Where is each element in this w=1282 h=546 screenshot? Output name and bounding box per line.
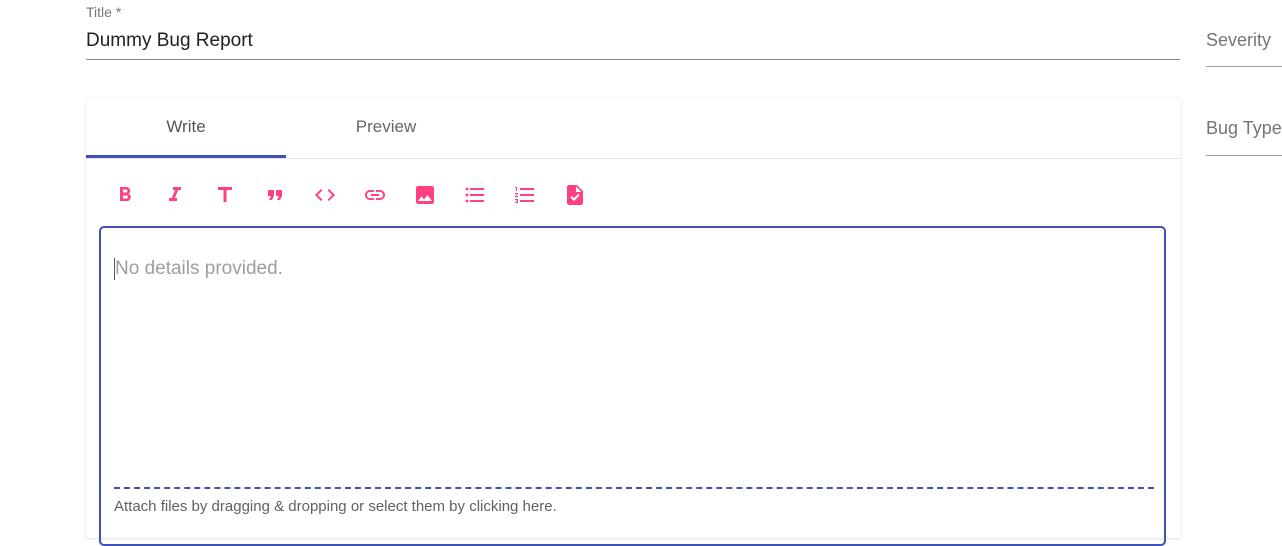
tab-preview[interactable]: Preview bbox=[286, 98, 486, 157]
markdown-editor: Write Preview No details provided. Attac… bbox=[86, 98, 1181, 546]
bug-type-underline bbox=[1206, 155, 1282, 156]
bold-icon[interactable] bbox=[112, 182, 138, 208]
link-icon[interactable] bbox=[362, 182, 388, 208]
title-field[interactable]: Title * bbox=[86, 0, 1180, 60]
severity-label: Severity bbox=[1206, 30, 1272, 50]
title-underline bbox=[86, 59, 1180, 60]
tab-write[interactable]: Write bbox=[86, 98, 286, 157]
description-placeholder: No details provided. bbox=[115, 258, 283, 279]
description-textarea[interactable]: No details provided. Attach files by dra… bbox=[99, 226, 1166, 546]
checked-list-icon[interactable] bbox=[562, 182, 588, 208]
severity-select[interactable]: Severity bbox=[1206, 0, 1282, 70]
image-icon[interactable] bbox=[412, 182, 438, 208]
quote-icon[interactable] bbox=[262, 182, 288, 208]
active-tab-indicator bbox=[86, 155, 286, 158]
code-icon[interactable] bbox=[312, 182, 338, 208]
title-label: Title * bbox=[86, 4, 122, 20]
ordered-list-icon[interactable] bbox=[512, 182, 538, 208]
editor-tabs: Write Preview bbox=[86, 98, 1181, 159]
severity-underline bbox=[1206, 66, 1282, 67]
italic-icon[interactable] bbox=[162, 182, 188, 208]
header-icon[interactable] bbox=[212, 182, 238, 208]
attach-divider bbox=[114, 487, 1154, 489]
title-input[interactable] bbox=[86, 26, 1180, 56]
attach-files-link[interactable]: Attach files by dragging & dropping or s… bbox=[114, 498, 557, 515]
bug-type-select[interactable]: Bug Type bbox=[1206, 100, 1282, 160]
unordered-list-icon[interactable] bbox=[462, 182, 488, 208]
bug-type-label: Bug Type bbox=[1206, 118, 1282, 138]
